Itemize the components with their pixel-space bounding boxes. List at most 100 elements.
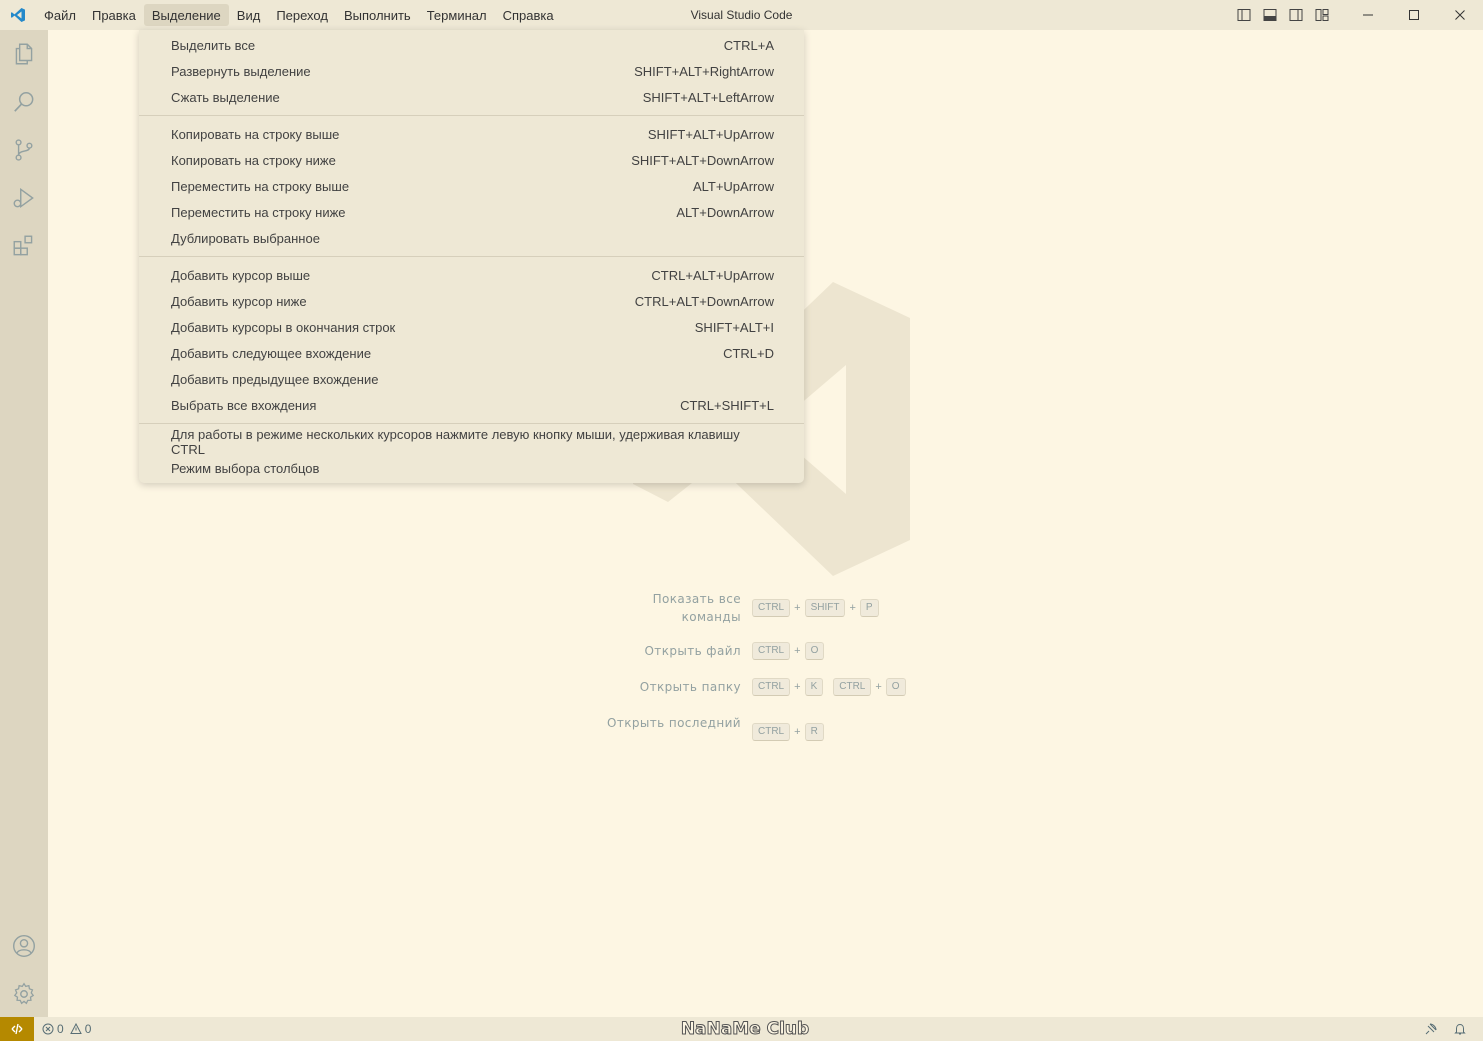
menu-item-shortcut: CTRL+D [723,345,774,361]
menu-item-2-5[interactable]: Выбрать все вхождения CTRL+SHIFT+L [139,392,804,418]
menu-item-label: Добавить курсоры в окончания строк [171,319,396,335]
selection-menu-dropdown: Выделить все CTRL+A Развернуть выделение SH… [139,30,804,483]
title-actions [1231,0,1483,30]
files-icon[interactable] [0,30,48,78]
account-icon[interactable] [0,922,48,970]
keybinding-key: CTRL [752,678,791,696]
menu-item-shortcut: ALT+DownArrow [676,204,774,220]
menu-item-shortcut: SHIFT+ALT+DownArrow [631,152,774,168]
hint-label: Открыть папку [639,680,741,694]
menu-5[interactable]: Переход [268,4,336,26]
menu-item-label: Добавить курсор ниже [171,293,307,309]
menu-item-2-2[interactable]: Добавить курсоры в окончания строк SHIFT+… [139,314,804,340]
menu-item-0-1[interactable]: Развернуть выделение SHIFT+ALT+RightArrow [139,58,804,84]
menu-8[interactable]: Справка [495,4,562,26]
menu-item-1-4[interactable]: Дублировать выбранное [139,225,804,251]
menu-item-shortcut: CTRL+SHIFT+L [680,397,774,413]
search-icon[interactable] [0,78,48,126]
menu-item-label: Режим выбора столбцов [171,460,320,476]
keybinding-key: CTRL [833,678,872,696]
notifications-bell-icon[interactable] [1449,1017,1471,1041]
menu-item-label: Переместить на строку выше [171,178,350,194]
activity-bar [0,30,48,1017]
keybinding-key: CTRL [752,599,791,617]
menu-item-2-4[interactable]: Добавить предыдущее вхождение [139,366,804,392]
menu-item-2-1[interactable]: Добавить курсор ниже CTRL+ALT+DownArrow [139,288,804,314]
keybinding-key: O [804,642,825,660]
key-plus: + [794,602,801,614]
menu-item-shortcut: SHIFT+ALT+RightArrow [634,63,774,79]
menu-6[interactable]: Выполнить [336,4,419,26]
menu-separator [139,256,804,257]
maximize-icon[interactable] [1391,0,1437,30]
menu-item-shortcut: CTRL+A [723,37,774,53]
keybinding-key: SHIFT [804,599,846,617]
hint-label: Открыть файл [644,644,741,658]
hint-row: Открыть файл CTRL + O [48,642,1483,660]
menu-item-shortcut: ALT+UpArrow [692,178,774,194]
menu-7[interactable]: Терминал [419,4,495,26]
keybinding-key: O [885,678,906,696]
keybinding-key: R [804,723,824,741]
menu-item-0-0[interactable]: Выделить все CTRL+A [139,32,804,58]
site-watermark-text: NaNaMe Club [680,1019,810,1040]
settings-gear-icon[interactable] [0,970,48,1018]
keybinding-key: P [859,599,879,617]
hint-label: Показать все команды [652,592,741,624]
menu-item-label: Переместить на строку ниже [171,204,346,220]
hint-row: Открыть папку CTRL + K CTRL + O [48,678,1483,696]
hint-label: Открыть последний [606,716,741,730]
menu-2[interactable]: Правка [84,4,144,26]
menu-item-3-1[interactable]: Режим выбора столбцов [139,455,804,481]
menu-item-shortcut: CTRL+ALT+UpArrow [651,267,774,283]
source-control-icon[interactable] [0,126,48,174]
key-plus: + [794,681,801,693]
menu-item-1-2[interactable]: Переместить на строку выше ALT+UpArrow [139,173,804,199]
close-icon[interactable] [1437,0,1483,30]
menu-item-label: Дублировать выбранное [171,230,320,246]
problems-indicator[interactable]: 0 0 [42,1017,91,1041]
keybinding-key: K [804,678,824,696]
remote-window-icon[interactable] [0,1017,34,1041]
menu-item-label: Добавить предыдущее вхождение [171,371,379,387]
menu-item-label: Для работы в режиме нескольких курсоров … [171,427,740,457]
key-plus: + [875,681,882,693]
menu-item-1-3[interactable]: Переместить на строку ниже ALT+DownArrow [139,199,804,225]
vscode-logo-icon [0,0,36,30]
menu-item-shortcut: SHIFT+ALT+UpArrow [647,126,774,142]
run-debug-icon[interactable] [0,174,48,222]
menu-4[interactable]: Вид [229,4,269,26]
toggle-primary-sidebar-icon[interactable] [1231,0,1257,30]
title-bar: Файл Правка Выделение Вид Переход Выполнить Те… [0,0,1483,30]
menu-1[interactable]: Файл [36,4,84,26]
minimize-icon[interactable] [1345,0,1391,30]
toggle-panel-icon[interactable] [1257,0,1283,30]
menu-item-shortcut: CTRL+ALT+DownArrow [634,293,774,309]
menu-item-1-0[interactable]: Копировать на строку выше SHIFT+ALT+UpArr… [139,121,804,147]
extensions-icon[interactable] [0,222,48,270]
menu-item-2-0[interactable]: Добавить курсор выше CTRL+ALT+UpArrow [139,262,804,288]
error-count: 0 [57,1022,64,1036]
customize-layout-icon[interactable] [1309,0,1335,30]
window-title: Visual Studio Code [690,8,793,22]
menu-item-shortcut: SHIFT+ALT+LeftArrow [642,89,774,105]
key-plus: + [794,645,801,657]
menu-item-2-3[interactable]: Добавить следующее вхождение CTRL+D [139,340,804,366]
hint-row: Открыть последний CTRL + R [48,714,1483,750]
menu-item-label: Развернуть выделение [171,63,311,79]
menu-item-shortcut: SHIFT+ALT+I [694,319,774,335]
menu-item-label: Копировать на строку выше [171,126,340,142]
key-plus: + [794,726,801,738]
menu-item-label: Выделить все [171,37,256,53]
toggle-secondary-sidebar-icon[interactable] [1283,0,1309,30]
menu-item-1-1[interactable]: Копировать на строку ниже SHIFT+ALT+DownA… [139,147,804,173]
menu-bar: Файл Правка Выделение Вид Переход Выполнить Те… [36,4,562,26]
hint-keys: CTRL + R [752,723,824,741]
menu-item-label: Сжать выделение [171,89,280,105]
status-bar: 0 0 NaNaMe Club [0,1017,1483,1041]
feedback-icon[interactable] [1420,1017,1442,1041]
menu-item-label: Добавить курсор выше [171,267,311,283]
menu-item-3-0[interactable]: Для работы в режиме нескольких курсоров … [139,427,804,457]
menu-3[interactable]: Выделение [143,4,229,26]
menu-item-0-2[interactable]: Сжать выделение SHIFT+ALT+LeftArrow [139,84,804,110]
